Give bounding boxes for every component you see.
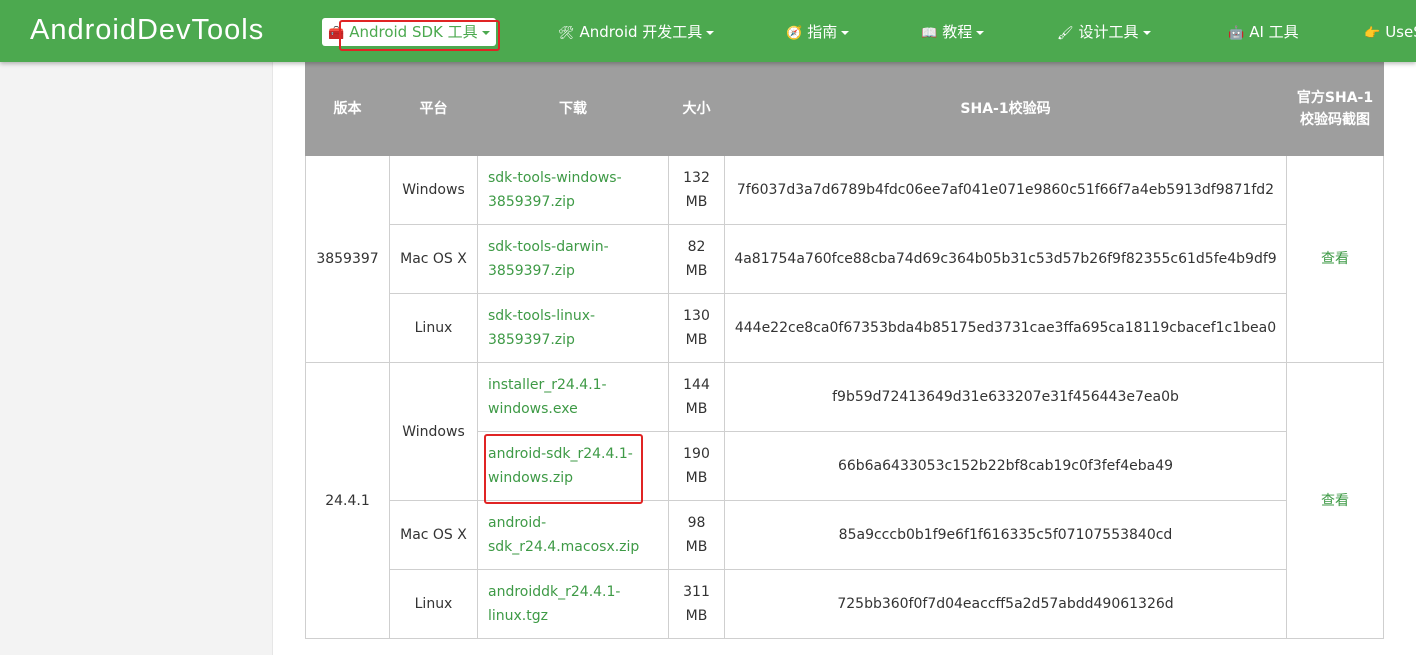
- platform-cell: Linux: [389, 569, 478, 639]
- table-row: Mac OS X android-sdk_r24.4.macosx.zip 98…: [306, 500, 1384, 570]
- download-cell: sdk-tools-darwin-3859397.zip: [477, 224, 669, 294]
- download-cell: installer_r24.4.1-windows.exe: [477, 362, 669, 432]
- version-cell: 3859397: [305, 155, 390, 363]
- col-header-platform: 平台: [389, 62, 478, 156]
- screenshot-cell: 查看: [1286, 155, 1384, 363]
- site-logo[interactable]: AndroidDevTools: [30, 14, 264, 47]
- sha1-cell: 7f6037d3a7d6789b4fdc06ee7af041e071e9860c…: [724, 155, 1287, 225]
- nav-design-tools[interactable]: 🖌 设计工具: [1057, 18, 1151, 46]
- download-cell: androiddk_r24.4.1-linux.tgz: [477, 569, 669, 639]
- caret-down-icon: [1142, 30, 1151, 35]
- col-header-official-sha1-screenshot: 官方SHA-1校验码截图: [1286, 62, 1384, 156]
- robot-icon: 🤖: [1228, 26, 1245, 41]
- sha1-cell: 85a9cccb0b1f9e6f1f616335c5f07107553840cd: [724, 500, 1287, 570]
- view-screenshot-link[interactable]: 查看: [1321, 493, 1349, 509]
- nav-guide[interactable]: 🧭 指南: [786, 18, 850, 46]
- download-link[interactable]: sdk-tools-darwin-3859397.zip: [488, 239, 609, 279]
- top-navbar: AndroidDevTools 🧰 Android SDK 工具 🛠 Android…: [0, 0, 1416, 62]
- size-cell: 98 MB: [668, 500, 725, 570]
- caret-down-icon: [976, 30, 985, 35]
- download-link[interactable]: androiddk_r24.4.1-linux.tgz: [488, 584, 620, 624]
- col-header-download: 下载: [477, 62, 669, 156]
- caret-down-icon: [841, 30, 850, 35]
- size-cell: 190 MB: [668, 431, 725, 501]
- nav-android-dev-tools[interactable]: 🛠 Android 开发工具: [558, 18, 715, 46]
- download-cell: sdk-tools-linux-3859397.zip: [477, 293, 669, 363]
- caret-down-icon: [706, 30, 715, 35]
- col-header-size: 大小: [668, 62, 725, 156]
- sha1-cell: 444e22ce8ca0f67353bda4b85175ed3731cae3ff…: [724, 293, 1287, 363]
- size-cell: 130 MB: [668, 293, 725, 363]
- download-cell: android-sdk_r24.4.macosx.zip: [477, 500, 669, 570]
- col-header-sha1: SHA-1校验码: [724, 62, 1287, 156]
- platform-cell: Windows: [389, 155, 478, 225]
- main-content: 版本 平台 下载 大小 SHA-1校验码 官方SHA-1校验码截图 385939…: [272, 62, 1416, 655]
- brush-icon: 🖌: [1057, 26, 1074, 41]
- platform-cell: Linux: [389, 293, 478, 363]
- size-cell: 311 MB: [668, 569, 725, 639]
- col-header-version: 版本: [305, 62, 390, 156]
- platform-cell: Mac OS X: [389, 224, 478, 294]
- sha1-cell: 725bb360f0f7d04eaccff5a2d57abdd49061326d: [724, 569, 1287, 639]
- table-row: Linux sdk-tools-linux-3859397.zip 130 MB…: [306, 293, 1384, 363]
- sha1-cell: f9b59d72413649d31e633207e31f456443e7ea0b: [724, 362, 1287, 432]
- sdk-downloads-table: 版本 平台 下载 大小 SHA-1校验码 官方SHA-1校验码截图 385939…: [305, 62, 1384, 639]
- size-cell: 144 MB: [668, 362, 725, 432]
- version-cell: 24.4.1: [305, 362, 390, 639]
- download-link[interactable]: sdk-tools-windows-3859397.zip: [488, 170, 622, 210]
- download-link[interactable]: android-sdk_r24.4.macosx.zip: [488, 515, 639, 555]
- size-cell: 82 MB: [668, 224, 725, 294]
- tools-icon: 🛠: [558, 26, 575, 41]
- table-row: 24.4.1 Windows installer_r24.4.1-windows…: [305, 362, 1384, 639]
- nav-tutorials[interactable]: 📖 教程: [921, 18, 985, 46]
- download-cell: sdk-tools-windows-3859397.zip: [477, 155, 669, 225]
- screenshot-cell: 查看: [1286, 362, 1384, 639]
- table-row: 3859397 Windows sdk-tools-windows-385939…: [305, 155, 1384, 363]
- view-screenshot-link[interactable]: 查看: [1321, 251, 1349, 267]
- table-header-row: 版本 平台 下载 大小 SHA-1校验码 官方SHA-1校验码截图: [305, 62, 1384, 156]
- table-row: Mac OS X sdk-tools-darwin-3859397.zip 82…: [306, 224, 1384, 294]
- highlight-download-box: [484, 434, 643, 504]
- size-cell: 132 MB: [668, 155, 725, 225]
- sha1-cell: 4a81754a760fce88cba74d69c364b05b31c53d57…: [724, 224, 1287, 294]
- download-link[interactable]: installer_r24.4.1-windows.exe: [488, 377, 607, 417]
- table-row: Linux androiddk_r24.4.1-linux.tgz 311 MB…: [306, 569, 1384, 639]
- download-link[interactable]: sdk-tools-linux-3859397.zip: [488, 308, 595, 348]
- platform-cell: Windows: [389, 362, 478, 501]
- sha1-cell: 66b6a6433053c152b22bf8cab19c0f3fef4eba49: [724, 431, 1287, 501]
- compass-icon: 🧭: [786, 26, 803, 41]
- nav-uses[interactable]: 👉UseS: [1364, 18, 1416, 46]
- nav-ai-tools[interactable]: 🤖 AI 工具: [1228, 18, 1299, 46]
- pointing-hand-icon: 👉: [1364, 26, 1381, 41]
- highlight-nav-box: [339, 20, 500, 51]
- platform-cell: Mac OS X: [389, 500, 478, 570]
- book-icon: 📖: [921, 26, 938, 41]
